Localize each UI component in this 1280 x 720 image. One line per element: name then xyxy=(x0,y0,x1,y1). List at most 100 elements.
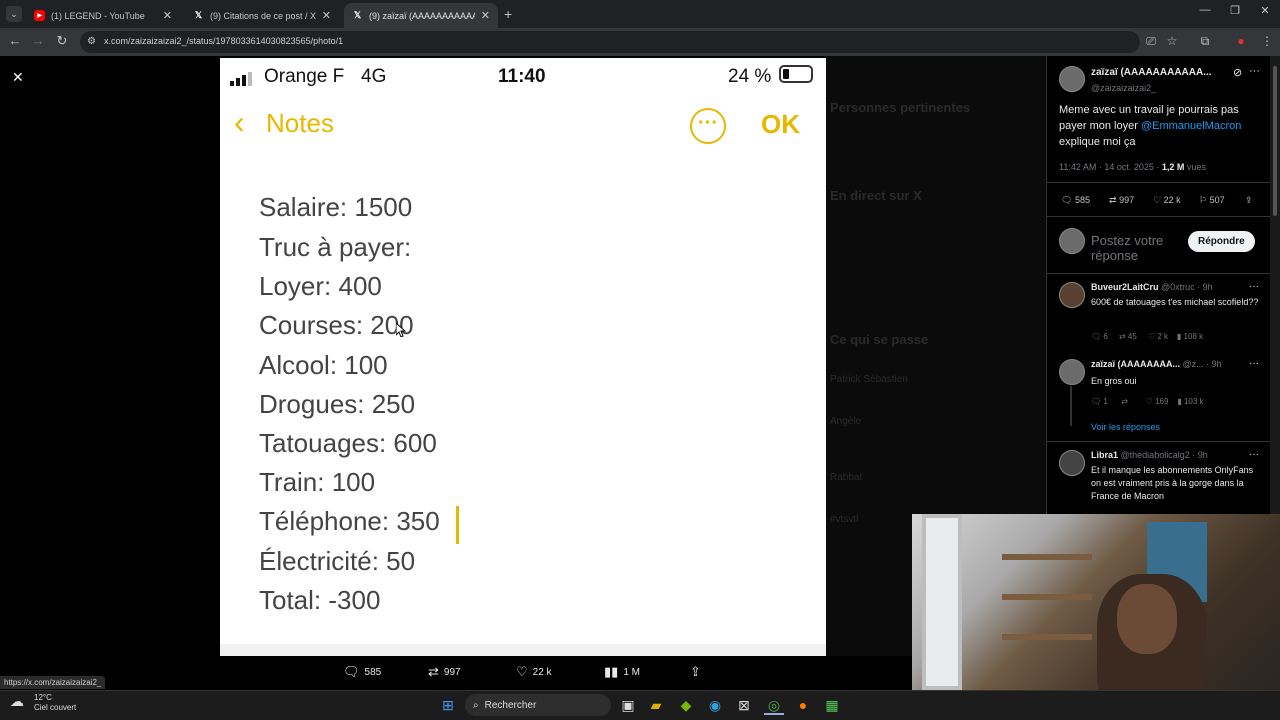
back-icon[interactable]: ← xyxy=(5,33,25,48)
more-icon[interactable]: ··· xyxy=(1249,65,1260,77)
share-icon: ⇪ xyxy=(690,664,701,679)
reply-icon: 🗨 xyxy=(343,664,360,679)
extensions-icon[interactable]: ⧉ xyxy=(1196,34,1214,49)
share-icon[interactable]: ⇪ xyxy=(1245,195,1253,206)
cast-icon[interactable]: ⎚ xyxy=(1142,34,1160,49)
menu-icon[interactable]: ⋮ xyxy=(1258,34,1276,48)
more-options-icon[interactable]: ··· xyxy=(690,108,726,144)
grok-icon[interactable]: ⊘ xyxy=(1233,66,1242,79)
store-icon[interactable]: ⊠ xyxy=(734,695,754,715)
post-text-tail: explique moi ça xyxy=(1059,136,1136,148)
avatar[interactable] xyxy=(1059,282,1085,308)
notes-back-button[interactable]: Notes xyxy=(266,108,334,139)
show-replies-link[interactable]: Voir les réponses xyxy=(1091,422,1160,432)
reply-author[interactable]: Buveur2LaitCru xyxy=(1091,282,1159,292)
reply-action[interactable]: 🗨 585 xyxy=(343,664,381,680)
x-icon: 𝕏 xyxy=(194,10,203,20)
more-icon[interactable]: ··· xyxy=(1249,358,1259,369)
new-tab-button[interactable]: + xyxy=(504,6,512,22)
reply-author[interactable]: Libra1 xyxy=(1091,450,1118,460)
close-tab-icon[interactable]: ✕ xyxy=(481,9,490,22)
file-explorer-icon[interactable]: ▰ xyxy=(646,695,666,715)
note-line: Total: -300 xyxy=(259,585,381,615)
reply-handle[interactable]: @z... · 9h xyxy=(1183,359,1222,369)
post-photo[interactable]: Orange F 4G 11:40 24 % ‹ Notes ··· OK Sa… xyxy=(220,58,826,656)
note-line: Loyer: 400 xyxy=(259,271,382,301)
clock-text: 11:40 xyxy=(498,66,546,87)
note-line: Train: 100 xyxy=(259,467,376,497)
author-name[interactable]: zaïzaï (AAAAAAAAAAA... xyxy=(1091,65,1233,81)
close-icon[interactable]: ✕ xyxy=(12,69,24,86)
app-icon[interactable]: ▦ xyxy=(822,695,842,715)
windows-start-icon[interactable]: ⊞ xyxy=(438,695,458,715)
tab-youtube[interactable]: ▶ (1) LEGEND - YouTube ✕ xyxy=(26,3,180,28)
reply-input[interactable]: Postez votre réponse xyxy=(1091,233,1195,263)
like-count: 22 k xyxy=(1163,195,1181,205)
post-repost-stat[interactable]: ⇄ 997 xyxy=(1109,195,1134,206)
minimize-icon[interactable]: — xyxy=(1190,4,1220,16)
reply-author[interactable]: zaïzaï (AAAAAAAA... xyxy=(1091,359,1180,369)
weather-widget[interactable]: ☁ 12°C Ciel couvert xyxy=(10,693,76,713)
youtube-icon: ▶ xyxy=(34,10,45,21)
reload-icon[interactable]: ↻ xyxy=(52,33,72,49)
edge-icon[interactable]: ◉ xyxy=(705,695,725,715)
network-text: 4G xyxy=(361,66,387,87)
heart-icon[interactable]: ♡ xyxy=(1146,397,1153,406)
home-indicator-bar xyxy=(220,644,826,656)
share-action[interactable]: ⇪ xyxy=(690,664,701,680)
author-handle[interactable]: @zaizaizaizai2_ xyxy=(1091,80,1156,96)
repost-action[interactable]: ⇄ 997 xyxy=(428,664,461,680)
chevron-left-icon[interactable]: ‹ xyxy=(234,104,245,141)
views-icon[interactable]: ▮ xyxy=(1177,332,1181,341)
comment-icon[interactable]: 🗨 xyxy=(1091,332,1101,341)
reply-handle[interactable]: @0xtruc · 9h xyxy=(1161,282,1213,292)
url-text[interactable]: x.com/zaizaizaizai2_/status/197803361403… xyxy=(104,36,343,46)
note-line: Drogues: 250 xyxy=(259,389,416,419)
weather-text: Ciel couvert xyxy=(34,703,77,712)
views-icon[interactable]: ▮ xyxy=(1177,397,1181,406)
chrome-icon[interactable]: ◎ xyxy=(764,695,784,715)
close-tab-icon[interactable]: ✕ xyxy=(163,9,172,22)
battery-icon xyxy=(779,65,813,83)
repost-icon[interactable]: ⇄ xyxy=(1121,397,1128,406)
note-line: Truc à payer: xyxy=(259,232,412,262)
repost-icon: ⇄ xyxy=(428,664,439,679)
reply-header: Buveur2LaitCru @0xtruc · 9h xyxy=(1091,282,1241,292)
avatar[interactable] xyxy=(1059,359,1085,385)
avatar[interactable] xyxy=(1059,450,1085,476)
ok-button[interactable]: OK xyxy=(761,109,800,140)
repost-icon[interactable]: ⇄ xyxy=(1119,332,1126,341)
post-like-stat[interactable]: ♡ 22 k xyxy=(1153,195,1181,206)
task-view-icon[interactable]: ▣ xyxy=(618,695,638,715)
post-reply-stat[interactable]: 🗨 585 xyxy=(1061,195,1090,206)
mention-link[interactable]: @EmmanuelMacron xyxy=(1141,120,1241,132)
views-action[interactable]: ▮▮ 1 M xyxy=(604,664,640,680)
nvidia-icon[interactable]: ◆ xyxy=(676,695,696,715)
bookmark-star-icon[interactable]: ☆ xyxy=(1163,34,1181,48)
x-icon: 𝕏 xyxy=(353,10,362,20)
like-action[interactable]: ♡ 22 k xyxy=(516,664,552,680)
repost-count: 45 xyxy=(1127,332,1137,341)
reply-handle[interactable]: @thediabolicalg2 · 9h xyxy=(1121,450,1208,460)
close-tab-icon[interactable]: ✕ xyxy=(322,9,331,22)
profile-avatar[interactable]: ● xyxy=(1232,34,1250,48)
post-bookmark-stat[interactable]: ⚐ 507 xyxy=(1199,195,1225,206)
site-info-icon[interactable]: ⚙ xyxy=(87,36,96,47)
firefox-icon[interactable]: ● xyxy=(793,695,813,715)
reply-button[interactable]: Répondre xyxy=(1188,231,1255,252)
more-icon[interactable]: ··· xyxy=(1249,449,1259,460)
taskbar-search[interactable]: ⌕ Rechercher xyxy=(465,694,611,716)
weather-temp: 12°C xyxy=(34,693,52,702)
repost-count: 997 xyxy=(443,666,461,678)
forward-icon[interactable]: → xyxy=(28,33,48,48)
avatar[interactable] xyxy=(1059,66,1085,92)
comment-icon[interactable]: 🗨 xyxy=(1091,397,1101,406)
post-views-label: vues xyxy=(1186,162,1206,172)
tab-search-chevron-icon[interactable]: ⌄ xyxy=(6,6,22,22)
tab-photo[interactable]: 𝕏 (9) zaïzaï (AAAAAAAAAAAAAAA… ✕ xyxy=(344,3,498,28)
maximize-icon[interactable]: ❐ xyxy=(1220,4,1250,17)
heart-icon[interactable]: ♡ xyxy=(1148,332,1155,341)
close-window-icon[interactable]: ✕ xyxy=(1250,4,1280,17)
more-icon[interactable]: ··· xyxy=(1249,281,1259,292)
tab-citations[interactable]: 𝕏 (9) Citations de ce post / X ✕ xyxy=(185,3,339,28)
